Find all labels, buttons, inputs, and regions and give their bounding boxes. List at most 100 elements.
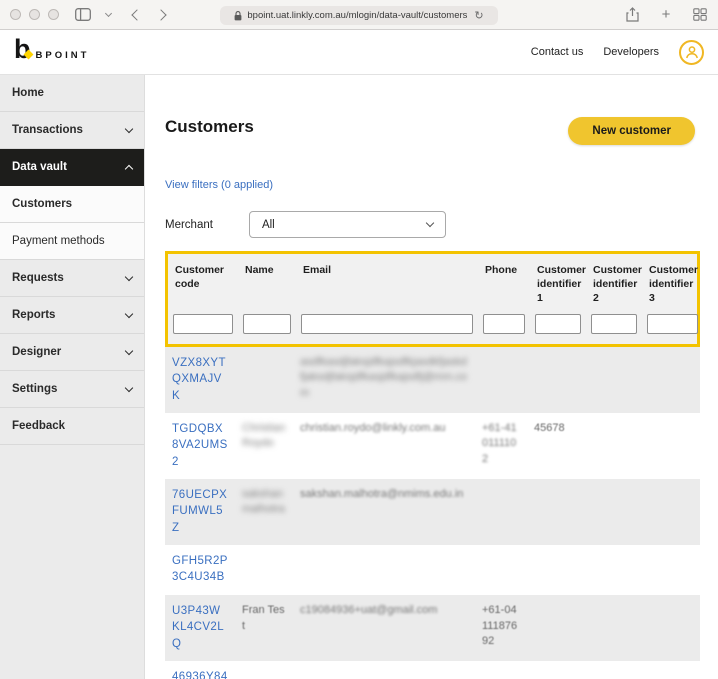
tab-overview-icon[interactable] (692, 5, 708, 25)
chevron-down-icon (124, 383, 134, 392)
cell-id2 (583, 545, 639, 595)
column-header: Name (245, 264, 274, 276)
sidebar-item-designer[interactable]: Designer (0, 334, 144, 371)
url-bar[interactable]: bpoint.uat.linkly.com.au/mlogin/data-vau… (220, 6, 498, 25)
cell-id2 (583, 479, 639, 545)
table-row: VZX8XYTQXMAJVK asdfkasdjfaksjdfkajsdfkjas… (165, 346, 700, 413)
filter-input-name[interactable] (243, 313, 291, 334)
back-button[interactable] (129, 5, 145, 25)
sidebar-dropdown-icon[interactable] (99, 5, 115, 25)
cell-id1 (527, 479, 583, 545)
sidebar-item-label: Customers (12, 198, 73, 210)
cell-email: sakshan.malhotra@nmims.edu.in (300, 487, 464, 500)
cell-phone (475, 347, 527, 413)
bpoint-logo[interactable]: b BPOINT (14, 36, 89, 68)
window-minimize-button[interactable] (29, 9, 40, 20)
cell-phone (475, 479, 527, 545)
sidebar-item-transactions[interactable]: Transactions (0, 112, 144, 149)
sidebar-item-requests[interactable]: Requests (0, 260, 144, 297)
sidebar-item-label: Requests (12, 272, 64, 284)
column-header: Email (303, 264, 332, 276)
cell-email: c19084936+uat@gmail.com (300, 603, 438, 616)
filter-input-email[interactable] (301, 313, 473, 334)
column-header: Customer identifier 2 (593, 264, 643, 305)
sidebar-item-settings[interactable]: Settings (0, 371, 144, 408)
cell-email (293, 545, 475, 595)
window-close-button[interactable] (10, 9, 21, 20)
filter-input-phone[interactable] (483, 313, 525, 334)
customer-code-link[interactable]: 76UECPXFUMWL5Z (165, 479, 235, 545)
chevron-down-icon (124, 124, 134, 133)
sidebar-toggle-icon[interactable] (75, 5, 91, 25)
customer-code-link[interactable]: TGDQBX8VA2UMS2 (165, 413, 235, 479)
cell-phone (475, 661, 527, 679)
sidebar-item-label: Feedback (12, 420, 66, 432)
sidebar-item-label: Designer (12, 346, 62, 358)
browser-chrome: bpoint.uat.linkly.com.au/mlogin/data-vau… (0, 0, 718, 30)
refresh-icon[interactable]: ↻ (474, 9, 483, 22)
forward-button[interactable] (153, 5, 169, 25)
filter-cell (642, 309, 703, 344)
cell-id3 (639, 661, 700, 679)
contact-us-link[interactable]: Contact us (531, 46, 584, 58)
cell-email: christian.roydo@linkly.com.au (300, 421, 446, 434)
user-icon (685, 46, 698, 59)
cell-id3 (639, 545, 700, 595)
cell-id2 (583, 595, 639, 661)
column-header: Customer identifier 3 (649, 264, 699, 305)
sidebar-item-payment-methods[interactable]: Payment methods (0, 223, 144, 260)
filter-input-id2[interactable] (591, 313, 637, 334)
merchant-select[interactable]: All (248, 211, 446, 238)
sidebar-item-label: Settings (12, 383, 58, 395)
cell-id2 (583, 661, 639, 679)
view-filters-link[interactable]: View filters (0 applied) (165, 179, 273, 191)
filter-input-id3[interactable] (647, 313, 698, 334)
lock-icon (234, 10, 242, 20)
main-content: Customers New customer View filters (0 a… (145, 75, 718, 679)
customer-code-link[interactable]: VZX8XYTQXMAJVK (165, 347, 235, 413)
table-row: 46936Y84JZ474R (165, 660, 700, 679)
cell-id1 (527, 661, 583, 679)
filter-cell (586, 309, 642, 344)
sidebar: Home Transactions Data vault Customers Payme… (0, 75, 145, 679)
filter-cell (238, 309, 296, 344)
window-zoom-button[interactable] (48, 9, 59, 20)
app-header: b BPOINT Contact us Developers (0, 30, 718, 75)
browser-window: bpoint.uat.linkly.com.au/mlogin/data-vau… (0, 0, 718, 679)
sidebar-item-data-vault[interactable]: Data vault (0, 149, 144, 186)
cell-name (235, 661, 293, 679)
filter-input-id1[interactable] (535, 313, 581, 334)
cell-name: Fran Test (242, 603, 285, 632)
sidebar-item-home[interactable]: Home (0, 75, 144, 112)
table-filter-row (168, 309, 698, 344)
cell-id1 (527, 347, 583, 413)
developers-link[interactable]: Developers (603, 46, 659, 58)
customer-rows: VZX8XYTQXMAJVK asdfkasdjfaksjdfkajsdfkjas… (165, 346, 700, 679)
sidebar-item-customers[interactable]: Customers (0, 186, 144, 223)
table-row: GFH5R2P3C4U34B (165, 544, 700, 595)
page-title: Customers (165, 117, 254, 136)
customer-code-link[interactable]: 46936Y84JZ474R (165, 661, 235, 679)
cell-name: sakshan malhotra (242, 487, 285, 516)
sidebar-item-feedback[interactable]: Feedback (0, 408, 144, 445)
table-row: U3P43WKL4CV2LQ Fran Test c19084936+uat@gma… (165, 594, 700, 661)
window-controls (10, 9, 59, 20)
merchant-label: Merchant (165, 218, 213, 231)
cell-phone: +61-04 111876 92 (482, 603, 518, 648)
sidebar-item-reports[interactable]: Reports (0, 297, 144, 334)
column-header: Phone (485, 264, 518, 276)
table-row: TGDQBX8VA2UMS2 Christian Roydo christian.r… (165, 412, 700, 479)
sidebar-item-label: Data vault (12, 161, 67, 173)
cell-id3 (639, 479, 700, 545)
sidebar-item-label: Home (12, 87, 44, 99)
profile-button[interactable] (679, 39, 704, 65)
sidebar-item-label: Transactions (12, 124, 83, 136)
new-customer-button[interactable]: New customer (568, 117, 695, 145)
cell-id3 (639, 595, 700, 661)
url-text: bpoint.uat.linkly.com.au/mlogin/data-vau… (247, 10, 468, 21)
new-tab-button[interactable]: + (658, 5, 674, 25)
customer-code-link[interactable]: U3P43WKL4CV2LQ (165, 595, 235, 661)
customer-code-link[interactable]: GFH5R2P3C4U34B (165, 545, 235, 595)
share-icon[interactable] (624, 5, 640, 25)
filter-input-code[interactable] (173, 313, 233, 334)
